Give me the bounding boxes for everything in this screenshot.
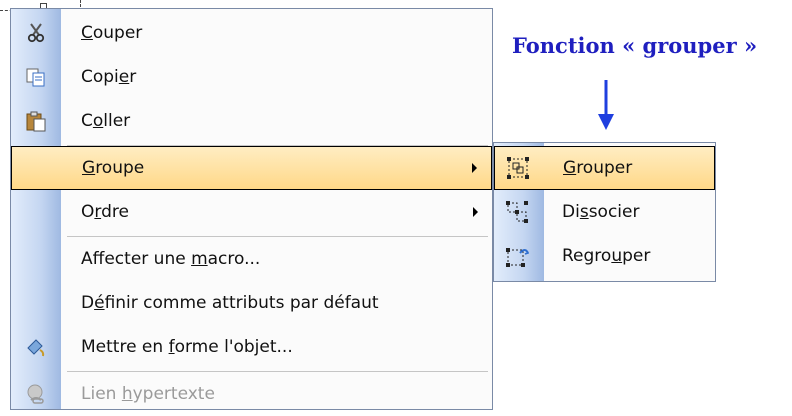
- menu-item-copier[interactable]: Copier: [11, 55, 492, 99]
- format-object-icon: [23, 334, 49, 360]
- menu-item-mettre-en-forme[interactable]: Mettre en forme l'objet...: [11, 325, 492, 369]
- context-menu: Couper Copier Coller Groupe Ordre Affect…: [10, 8, 493, 410]
- submenu-item-regrouper[interactable]: Regrouper: [494, 234, 715, 278]
- regroup-icon: [504, 243, 530, 269]
- annotation-arrow-icon: [598, 80, 614, 130]
- annotation-label: Fonction « grouper »: [512, 33, 758, 58]
- copy-icon: [23, 64, 49, 90]
- menu-item-affecter-macro[interactable]: Affecter une macro...: [11, 237, 492, 281]
- menu-item-lien-hypertexte[interactable]: Lien hypertexte: [11, 372, 492, 416]
- menu-item-ordre[interactable]: Ordre: [11, 190, 492, 234]
- menu-item-definir-attributs[interactable]: Définir comme attributs par défaut: [11, 281, 492, 325]
- submenu-item-dissocier[interactable]: Dissocier: [494, 190, 715, 234]
- submenu-arrow-icon: [473, 207, 478, 217]
- ungroup-icon: [504, 199, 530, 225]
- paste-icon: [23, 108, 49, 134]
- submenu-item-grouper[interactable]: Grouper: [494, 146, 715, 190]
- menu-item-couper[interactable]: Couper: [11, 11, 492, 55]
- groupe-submenu: Grouper Dissocier Regrouper: [493, 142, 716, 282]
- scissors-icon: [23, 20, 49, 46]
- menu-item-coller[interactable]: Coller: [11, 99, 492, 143]
- hyperlink-icon: [23, 381, 49, 407]
- submenu-arrow-icon: [472, 163, 477, 173]
- menu-item-groupe[interactable]: Groupe: [11, 146, 492, 190]
- group-icon: [505, 155, 531, 181]
